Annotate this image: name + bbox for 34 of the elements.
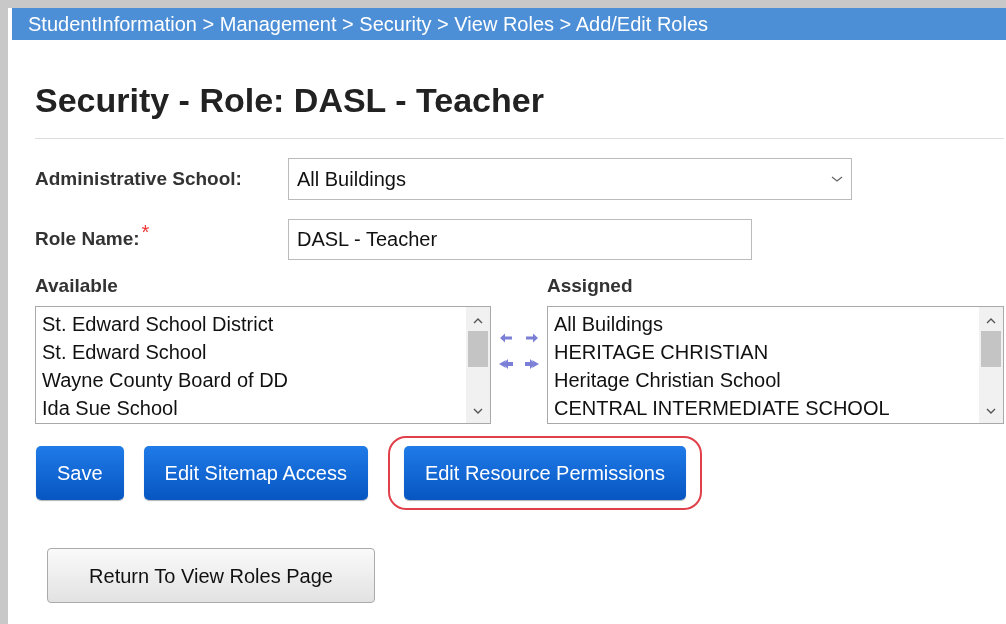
list-box[interactable]: St. Edward School District St. Edward School Wayne County Board of DD Ida Sue School [35,306,491,424]
chevron-down-icon [986,407,996,415]
required-mark: * [141,225,150,240]
arrow-left-icon[interactable] [498,332,514,344]
list-option[interactable]: Ida Sue School [42,394,466,422]
list-box[interactable]: All Buildings HERITAGE CHRISTIAN Heritage Christian School CENTRAL INTERMEDIATE SCHOOL [547,306,1004,424]
scrollbar[interactable] [466,307,490,423]
chevron-down-icon [831,175,843,183]
field-label: Role Name: [35,227,140,252]
role-name-field[interactable]: DASL - Teacher [288,219,752,260]
field-label: Administrative School: [35,166,243,191]
chevron-up-icon [473,317,483,325]
arrow-right-icon[interactable] [524,332,540,344]
return-button[interactable]: Return To View Roles Page [47,548,375,603]
list-option[interactable]: Heritage Christian School [554,366,979,394]
list-option[interactable]: CENTRAL INTERMEDIATE SCHOOL [554,394,979,422]
list-option[interactable]: St. Edward School District [42,310,466,338]
chevron-down-icon [473,407,483,415]
breadcrumb: StudentInformation > Management > Security > View Roles > Add/Edit Roles [28,12,709,37]
action-button[interactable]: Edit Sitemap Access [143,446,368,500]
action-button[interactable]: Edit Resource Permissions [403,446,686,500]
list-label: Available [35,274,119,298]
list-option[interactable]: Wayne County Board of DD [42,366,466,394]
list-option[interactable]: All Buildings [554,310,979,338]
list-option[interactable]: HERITAGE CHRISTIAN [554,338,979,366]
administrative-school-select[interactable]: All Buildings [288,158,852,200]
list-label: Assigned [547,274,634,298]
chevron-up-icon [986,317,996,325]
scrollbar[interactable] [979,307,1003,423]
list-option[interactable]: St. Edward School [42,338,466,366]
action-button[interactable]: Save [36,446,124,500]
double-arrow-left-icon[interactable] [498,358,514,370]
page-title: Security - Role: DASL - Teacher [35,80,545,120]
double-arrow-right-icon[interactable] [524,358,540,370]
